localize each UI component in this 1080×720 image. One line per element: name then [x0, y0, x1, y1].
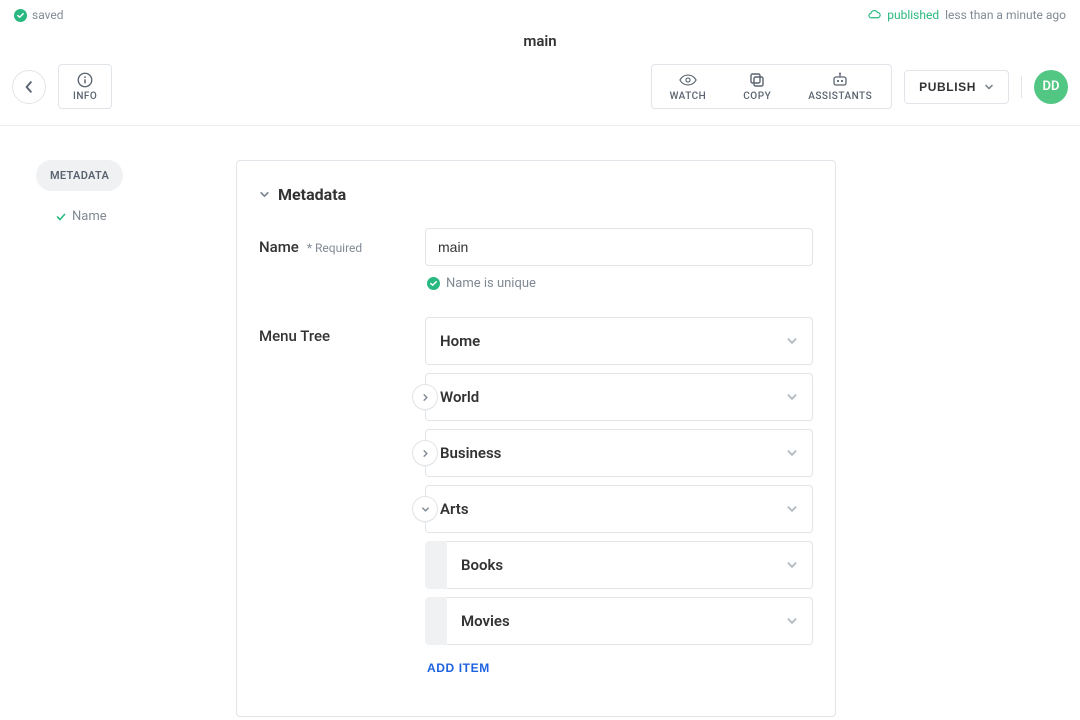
main-area: METADATA Name Metadata Name * Required [0, 126, 1080, 717]
tree-item-business: Business [425, 429, 813, 477]
tree-item-label: World [440, 388, 479, 406]
name-input[interactable] [425, 228, 813, 266]
copy-label: COPY [743, 91, 771, 102]
child-gutter [425, 541, 447, 589]
tree-child-movies: Movies [425, 597, 813, 645]
tree-item-label: Home [440, 332, 480, 350]
tree-item-home: Home [425, 317, 813, 365]
chevron-down-icon [421, 505, 430, 514]
tree-card[interactable]: Books [447, 541, 813, 589]
tree-item-label: Movies [461, 612, 510, 630]
name-row: Name * Required Name is unique [259, 228, 813, 291]
chevron-right-icon [421, 449, 430, 458]
published-time: less than a minute ago [945, 8, 1066, 22]
chevron-down-icon [786, 503, 798, 515]
toolbar: INFO WATCH COPY ASSISTANTS PUBLISH DD [0, 60, 1080, 126]
name-required: * Required [307, 241, 362, 255]
check-icon [56, 212, 66, 222]
copy-button[interactable]: COPY [725, 65, 790, 108]
tree-card[interactable]: Movies [447, 597, 813, 645]
expand-toggle[interactable] [412, 384, 438, 410]
eye-icon [679, 71, 697, 89]
chevron-down-icon [786, 391, 798, 403]
sidebar-sub-label: Name [72, 209, 107, 224]
back-button[interactable] [12, 70, 46, 104]
menu-tree-label: Menu Tree [259, 327, 330, 345]
avatar[interactable]: DD [1034, 70, 1068, 104]
published-status: published less than a minute ago [867, 8, 1066, 22]
tree-card[interactable]: World [425, 373, 813, 421]
chevron-down-icon [259, 189, 270, 200]
tree-item-label: Books [461, 556, 503, 574]
name-hint: Name is unique [425, 266, 813, 291]
sidebar-chip-metadata[interactable]: METADATA [36, 160, 123, 191]
info-icon [76, 71, 94, 89]
info-label: INFO [73, 91, 97, 102]
tree-item-label: Business [440, 444, 501, 462]
name-hint-text: Name is unique [446, 276, 536, 291]
chevron-down-icon [786, 335, 798, 347]
tree-card[interactable]: Home [425, 317, 813, 365]
page-title: main [0, 28, 1080, 60]
chevron-down-icon [786, 615, 798, 627]
sidebar-sub-name[interactable]: Name [36, 191, 236, 224]
chevron-left-icon [23, 81, 35, 93]
assistants-label: ASSISTANTS [808, 91, 872, 102]
publish-button[interactable]: PUBLISH [904, 70, 1009, 104]
tree-item-arts: Arts [425, 485, 813, 533]
menu-tree-list: Home World [425, 317, 813, 645]
tree-child-books: Books [425, 541, 813, 589]
child-gutter [425, 597, 447, 645]
check-circle-icon [14, 9, 27, 22]
divider [1021, 76, 1022, 98]
published-label: published [887, 8, 939, 22]
chevron-down-icon [984, 82, 994, 92]
watch-button[interactable]: WATCH [652, 65, 726, 108]
expand-toggle[interactable] [412, 440, 438, 466]
chevron-right-icon [421, 393, 430, 402]
card-heading: Metadata [278, 185, 346, 204]
cloud-icon [867, 8, 881, 22]
copy-icon [748, 71, 766, 89]
sidebar: METADATA Name [36, 160, 236, 717]
chevron-down-icon [786, 447, 798, 459]
saved-status: saved [14, 8, 64, 22]
tree-card[interactable]: Arts [425, 485, 813, 533]
check-circle-icon [427, 277, 440, 290]
metadata-card: Metadata Name * Required Name is unique [236, 160, 836, 717]
card-heading-row[interactable]: Metadata [259, 185, 813, 204]
assistants-button[interactable]: ASSISTANTS [790, 65, 891, 108]
tree-card[interactable]: Business [425, 429, 813, 477]
saved-label: saved [32, 8, 64, 22]
add-item-button[interactable]: ADD ITEM [425, 645, 490, 675]
chevron-down-icon [786, 559, 798, 571]
robot-icon [831, 71, 849, 89]
status-bar: saved published less than a minute ago [0, 0, 1080, 28]
publish-label: PUBLISH [919, 80, 976, 94]
tree-item-world: World [425, 373, 813, 421]
watch-label: WATCH [670, 91, 707, 102]
tree-item-label: Arts [440, 500, 469, 518]
action-group: WATCH COPY ASSISTANTS [651, 64, 893, 109]
info-button[interactable]: INFO [58, 64, 112, 109]
menu-tree-row: Menu Tree Home [259, 317, 813, 676]
name-label: Name [259, 238, 299, 256]
expand-toggle[interactable] [412, 496, 438, 522]
